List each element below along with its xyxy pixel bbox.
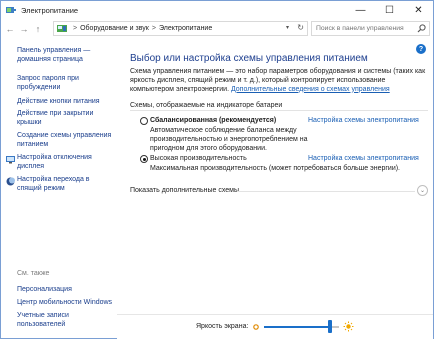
sidebar-item-power-button[interactable]: Действие кнопки питания xyxy=(17,98,100,107)
search-input[interactable] xyxy=(316,25,416,32)
address-bar: ← → ↑ > Оборудование и звук > Электропит… xyxy=(1,19,433,39)
see-also-personalization[interactable]: Персонализация xyxy=(17,286,72,295)
divider xyxy=(237,191,415,192)
breadcrumb-separator: > xyxy=(151,25,156,32)
show-more-plans-label[interactable]: Показать дополнительные схемы xyxy=(130,187,239,194)
plan-high-performance-name[interactable]: Высокая производительность xyxy=(150,155,247,162)
sidebar-item-create-plan[interactable]: Создание схемы управления питанием xyxy=(17,132,111,149)
plan-balanced-description: Автоматическое соблюдение баланса между … xyxy=(150,127,308,152)
sidebar-item-sleep[interactable]: Настройка перехода в спящий режим xyxy=(17,176,90,193)
search-icon[interactable] xyxy=(417,24,426,33)
power-options-icon xyxy=(6,6,16,14)
breadcrumb[interactable]: > Оборудование и звук > Электропитание ▾… xyxy=(53,21,308,36)
breadcrumb-hardware-sound[interactable]: Оборудование и звук xyxy=(80,25,149,32)
title-bar: Электропитание — ☐ ✕ xyxy=(1,1,433,19)
learn-more-link[interactable]: Дополнительные сведения о схемах управле… xyxy=(231,86,390,93)
control-panel-window: Электропитание — ☐ ✕ ← → ↑ > Оборудовани… xyxy=(0,0,434,339)
see-also-heading: См. также xyxy=(17,270,50,277)
breadcrumb-separator: > xyxy=(73,25,78,32)
control-panel-icon xyxy=(57,24,67,33)
help-icon[interactable]: ? xyxy=(416,44,426,54)
close-button[interactable]: ✕ xyxy=(404,1,433,19)
moon-icon xyxy=(6,177,15,186)
sidebar-item-wake-password[interactable]: Запрос пароля при пробуждении xyxy=(17,75,79,92)
plan-balanced-radio[interactable] xyxy=(140,117,148,125)
plans-group-label: Схемы, отображаемые на индикаторе батаре… xyxy=(130,102,283,109)
sidebar-item-display-off[interactable]: Настройка отключения дисплея xyxy=(17,154,92,171)
breadcrumb-power-options[interactable]: Электропитание xyxy=(159,25,212,32)
sidebar-item-lid-action[interactable]: Действие при закрытии крышки xyxy=(17,110,93,127)
chevron-down-icon[interactable]: ▾ xyxy=(286,24,289,31)
plan-high-performance-description: Максимальная производительность (может п… xyxy=(150,165,401,172)
brightness-high-icon xyxy=(343,321,354,332)
page-title: Выбор или настройка схемы управления пит… xyxy=(130,53,368,64)
intro-text: Схема управления питанием — это набор па… xyxy=(130,68,426,94)
plan-balanced-name[interactable]: Сбалансированная (рекомендуется) xyxy=(150,117,276,124)
sidebar-item-home[interactable]: Панель управления — домашняя страница xyxy=(17,47,90,64)
plan-high-performance-radio[interactable] xyxy=(140,155,148,163)
see-also-mobility-center[interactable]: Центр мобильности Windows xyxy=(17,299,112,308)
maximize-button[interactable]: ☐ xyxy=(375,1,404,19)
brightness-slider-thumb[interactable] xyxy=(328,320,332,333)
minimize-button[interactable]: — xyxy=(346,1,375,19)
see-also-user-accounts[interactable]: Учетные записи пользователей xyxy=(17,312,69,329)
search-box[interactable] xyxy=(311,21,430,36)
window-title: Электропитание xyxy=(21,5,79,15)
sidebar: Панель управления — домашняя страница За… xyxy=(1,39,117,339)
chevron-down-icon[interactable]: ⌄ xyxy=(417,185,428,196)
brightness-label: Яркость экрана: xyxy=(196,323,249,330)
up-button[interactable]: ↑ xyxy=(31,21,45,37)
forward-button[interactable]: → xyxy=(17,21,31,37)
brightness-low-icon xyxy=(252,323,260,331)
brightness-slider-fill xyxy=(264,326,330,328)
plan-high-performance-settings-link[interactable]: Настройка схемы электропитания xyxy=(308,155,419,162)
plan-balanced-settings-link[interactable]: Настройка схемы электропитания xyxy=(308,117,419,124)
brightness-bar: Яркость экрана: xyxy=(117,314,433,339)
shield-icon xyxy=(6,155,15,164)
divider xyxy=(130,110,428,111)
refresh-icon[interactable]: ↻ xyxy=(297,23,304,32)
back-button[interactable]: ← xyxy=(3,21,17,37)
